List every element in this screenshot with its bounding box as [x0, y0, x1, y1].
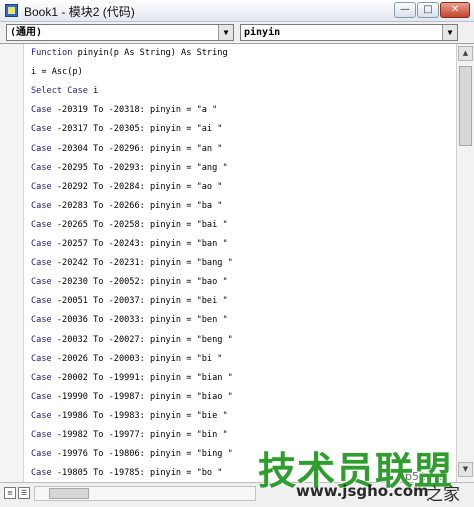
selector-bar: (通用) ▼ pinyin ▼: [0, 22, 474, 44]
window-title: Book1 - 模块2 (代码): [24, 5, 135, 19]
code-text: -20292 To -20284: pinyin = "ao ": [51, 181, 223, 192]
code-keyword: Case: [31, 296, 52, 307]
watermark-suffix: 之家: [426, 485, 460, 505]
code-text: -20036 To -20033: pinyin = "ben ": [51, 315, 228, 326]
horizontal-scrollbar[interactable]: [34, 486, 256, 501]
code-text: -20230 To -20052: pinyin = "bao ": [51, 277, 228, 288]
code-text: -19990 To -19987: pinyin = "biao ": [51, 391, 233, 402]
code-text: -19982 To -19977: pinyin = "bin ": [51, 430, 228, 440]
code-keyword: Case: [31, 391, 52, 402]
code-line[interactable]: Case -20265 To -20258: pinyin = "bai ": [31, 218, 228, 232]
vertical-scrollbar[interactable]: ▲ ▼: [456, 44, 474, 482]
code-line[interactable]: Case -20292 To -20284: pinyin = "ao ": [31, 180, 222, 194]
code-line[interactable]: Case -20036 To -20033: pinyin = "ben ": [31, 313, 228, 327]
code-keyword: Case: [31, 315, 52, 326]
code-line[interactable]: Case -19805 To -19785: pinyin = "bo ": [31, 466, 222, 480]
code-line[interactable]: Case -19990 To -19987: pinyin = "biao ": [31, 390, 233, 404]
code-keyword: Case: [31, 200, 52, 211]
code-line[interactable]: Case -20032 To -20027: pinyin = "beng ": [31, 333, 233, 347]
object-dropdown-value: (通用): [10, 27, 43, 38]
code-text: -19976 To -19806: pinyin = "bing ": [51, 449, 233, 460]
close-button[interactable]: ✕: [440, 2, 470, 18]
code-keyword: Case: [31, 143, 52, 154]
object-dropdown[interactable]: (通用) ▼: [6, 24, 234, 41]
code-text: -20002 To -19991: pinyin = "bian ": [51, 372, 233, 383]
code-keyword: Case: [31, 239, 52, 249]
code-text: i: [87, 86, 99, 97]
code-keyword: Case: [31, 353, 52, 364]
code-text: -20051 To -20037: pinyin = "bei ": [51, 296, 228, 307]
code-keyword: Case: [31, 468, 52, 479]
horizontal-scroll-thumb[interactable]: [49, 488, 89, 499]
code-keyword: Function: [31, 48, 73, 58]
procedure-dropdown[interactable]: pinyin ▼: [240, 24, 458, 41]
procedure-dropdown-value: pinyin: [244, 27, 281, 38]
code-keyword: Select Case: [31, 86, 88, 97]
code-keyword: Case: [31, 277, 52, 288]
code-editor[interactable]: Function pinyin(p As String) As String i …: [0, 44, 456, 482]
code-line[interactable]: Case -20242 To -20231: pinyin = "bang ": [31, 256, 233, 270]
title-bar: Book1 - 模块2 (代码) — □ ✕: [0, 0, 474, 22]
code-text: -19986 To -19983: pinyin = "bie ": [51, 410, 228, 421]
code-keyword: Case: [31, 105, 52, 116]
code-keyword: Case: [31, 124, 52, 135]
code-text: -20032 To -20027: pinyin = "beng ": [51, 334, 233, 345]
code-text: -20242 To -20231: pinyin = "bang ": [51, 258, 233, 269]
code-line[interactable]: i = Asc(p): [31, 65, 83, 79]
scroll-up-arrow-icon[interactable]: ▲: [458, 46, 473, 61]
code-line[interactable]: Case -20257 To -20243: pinyin = "ban ": [31, 237, 228, 251]
code-line[interactable]: Case -20002 To -19991: pinyin = "bian ": [31, 371, 233, 385]
code-text: -20283 To -20266: pinyin = "ba ": [51, 200, 223, 211]
vertical-scroll-thumb[interactable]: [459, 66, 472, 146]
code-line[interactable]: Function pinyin(p As String) As String: [31, 46, 228, 60]
code-keyword: Case: [31, 430, 52, 440]
chevron-down-icon[interactable]: ▼: [218, 25, 233, 40]
code-line[interactable]: Select Case i: [31, 84, 98, 98]
code-keyword: Case: [31, 181, 52, 192]
code-text: -20295 To -20293: pinyin = "ang ": [51, 162, 228, 173]
code-keyword: Case: [31, 258, 52, 269]
vba-module-icon: [5, 4, 18, 17]
code-text: -20026 To -20003: pinyin = "bi ": [51, 353, 223, 364]
code-text: -20265 To -20258: pinyin = "bai ": [51, 219, 228, 230]
code-keyword: Case: [31, 410, 52, 421]
code-line[interactable]: Case -20304 To -20296: pinyin = "an ": [31, 142, 222, 156]
code-keyword: Case: [31, 334, 52, 345]
code-text: pinyin(p As String) As String: [72, 48, 228, 58]
code-text: -20304 To -20296: pinyin = "an ": [51, 143, 223, 154]
code-line[interactable]: Case -20230 To -20052: pinyin = "bao ": [31, 275, 228, 289]
scroll-down-arrow-icon[interactable]: ▼: [458, 462, 473, 477]
code-line[interactable]: Case -19982 To -19977: pinyin = "bin ": [31, 428, 228, 442]
code-text: -19805 To -19785: pinyin = "bo ": [51, 468, 223, 479]
code-line[interactable]: Case -20317 To -20305: pinyin = "ai ": [31, 122, 222, 136]
code-keyword: Case: [31, 372, 52, 383]
code-text: -20257 To -20243: pinyin = "ban ": [51, 239, 228, 249]
chevron-down-icon[interactable]: ▼: [442, 25, 457, 40]
full-module-view-button[interactable]: ☰: [18, 487, 30, 499]
code-line[interactable]: Case -20319 To -20318: pinyin = "a ": [31, 103, 217, 117]
code-keyword: Case: [31, 219, 52, 230]
code-line[interactable]: Case -20295 To -20293: pinyin = "ang ": [31, 161, 228, 175]
code-text: i = Asc(p): [31, 67, 83, 78]
code-text: -20317 To -20305: pinyin = "ai ": [51, 124, 223, 135]
margin-indicator-bar[interactable]: [0, 44, 24, 482]
procedure-view-button[interactable]: ≡: [4, 487, 16, 499]
code-line[interactable]: Case -19986 To -19983: pinyin = "bie ": [31, 409, 228, 423]
code-line[interactable]: Case -20283 To -20266: pinyin = "ba ": [31, 199, 222, 213]
code-line[interactable]: Case -19976 To -19806: pinyin = "bing ": [31, 447, 233, 461]
minimize-button[interactable]: —: [394, 2, 416, 18]
code-text: -20319 To -20318: pinyin = "a ": [51, 105, 218, 116]
code-line[interactable]: Case -20051 To -20037: pinyin = "bei ": [31, 294, 228, 308]
code-keyword: Case: [31, 162, 52, 173]
maximize-button[interactable]: □: [417, 2, 439, 18]
watermark-site-url: www.jsgho.com: [296, 482, 429, 500]
code-line[interactable]: Case -20026 To -20003: pinyin = "bi ": [31, 352, 222, 366]
code-keyword: Case: [31, 449, 52, 460]
